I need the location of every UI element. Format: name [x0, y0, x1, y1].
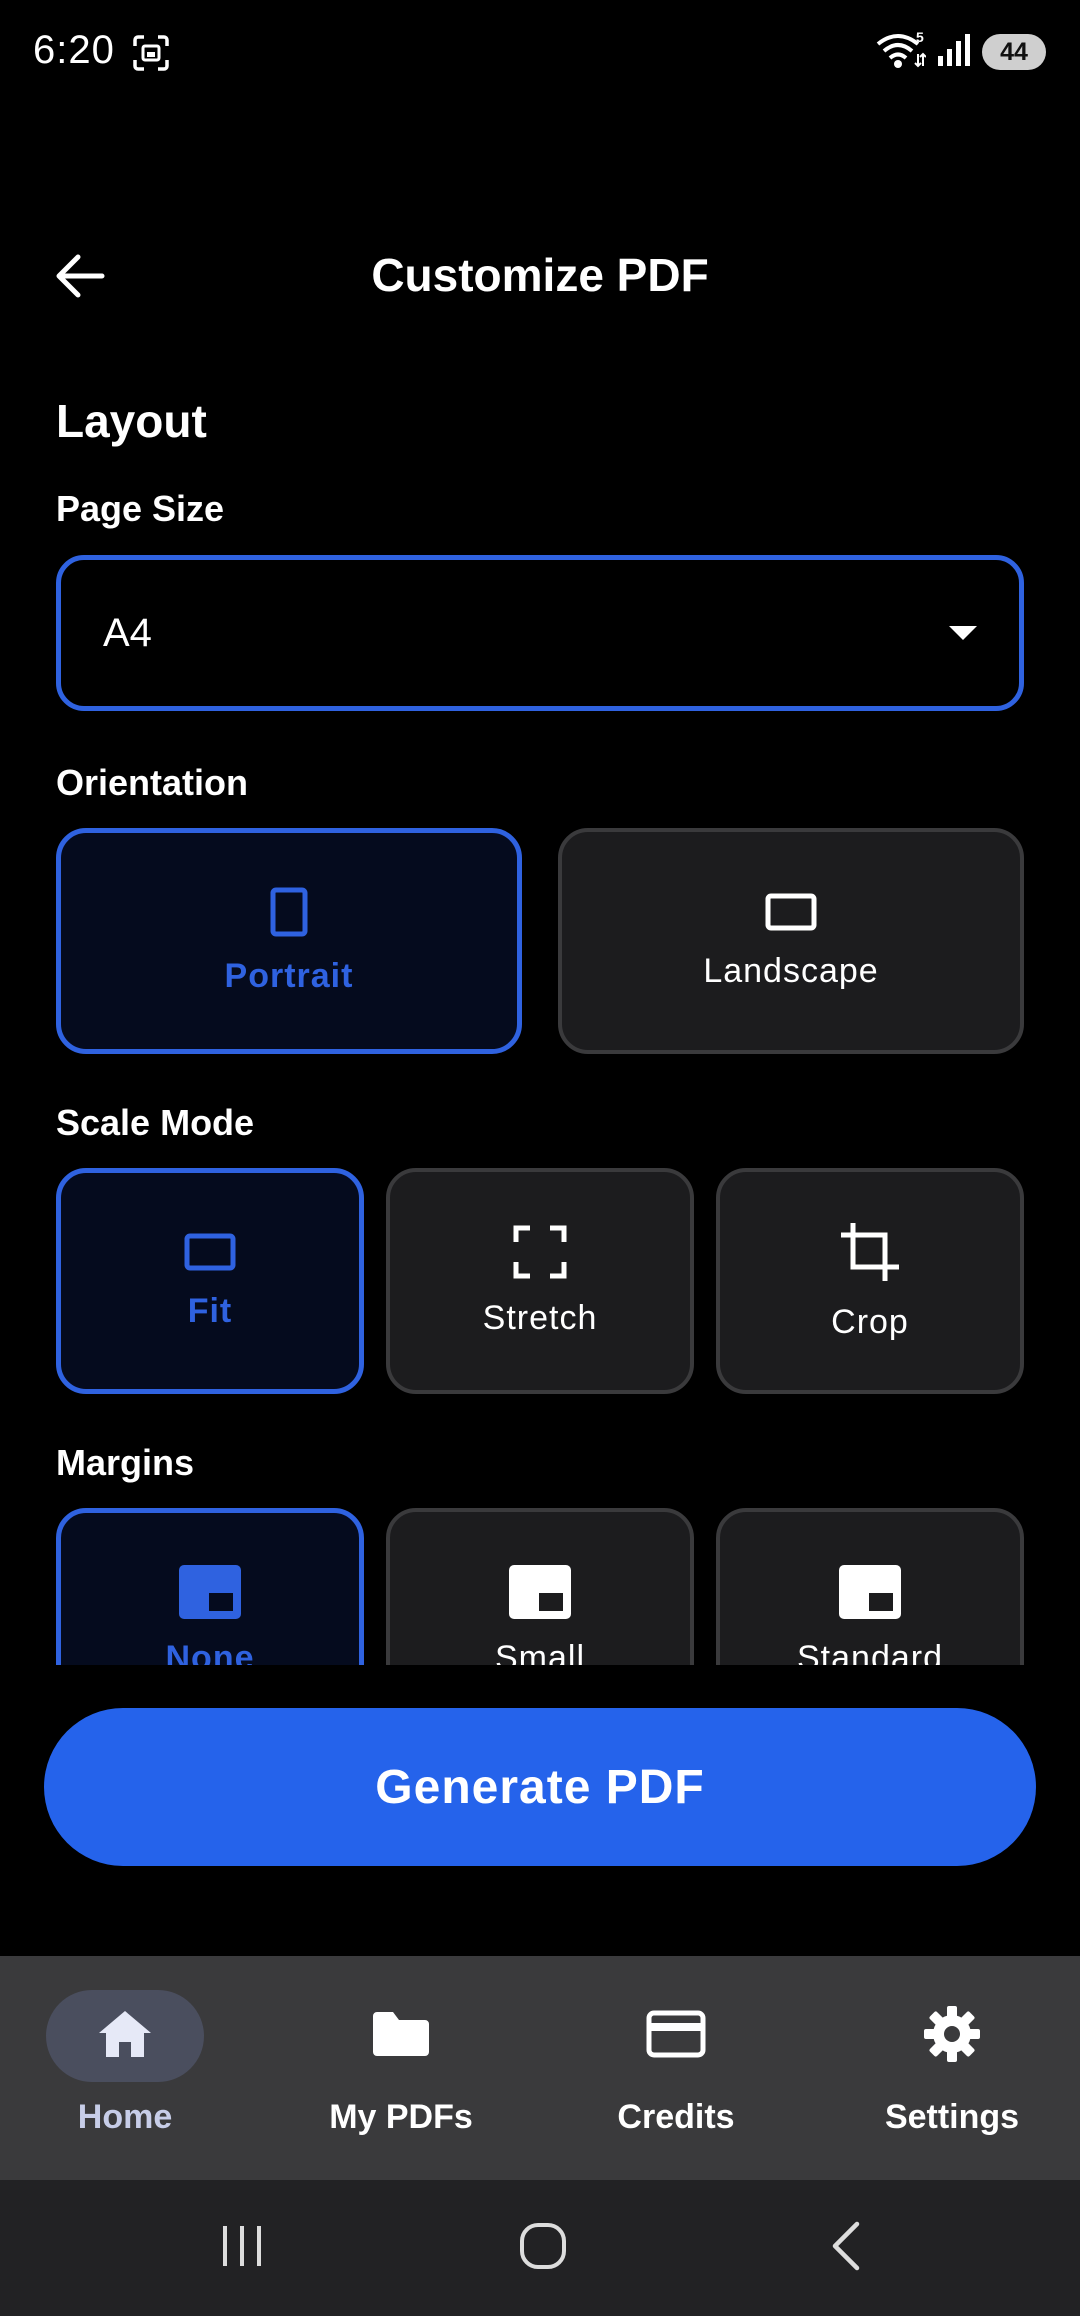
- option-label: Crop: [831, 1302, 909, 1341]
- landscape-icon: [765, 892, 817, 932]
- svg-text:5: 5: [916, 30, 924, 45]
- section-title-layout: Layout: [56, 395, 207, 447]
- nav-item-my-pdfs[interactable]: My PDFs: [322, 1956, 480, 2180]
- crop-icon: [839, 1221, 901, 1283]
- nav-item-home[interactable]: Home: [46, 1956, 204, 2180]
- back-system-button[interactable]: [786, 2180, 906, 2316]
- nav-icon-container: [597, 1990, 755, 2082]
- option-label: Fit: [187, 1291, 233, 1330]
- option-label: Landscape: [703, 951, 879, 990]
- page-size-label: Page Size: [56, 488, 225, 529]
- folder-icon: [371, 2010, 431, 2063]
- status-time: 6:20: [33, 28, 115, 72]
- chevron-left-icon: [829, 2221, 863, 2276]
- margin-none-option[interactable]: None: [56, 1508, 364, 1665]
- generate-pdf-label: Generate PDF: [375, 1760, 705, 1814]
- option-label: None: [165, 1638, 255, 1666]
- nav-icon-container: [46, 1990, 204, 2082]
- orientation-landscape-option[interactable]: Landscape: [558, 828, 1024, 1054]
- margins-label: Margins: [56, 1442, 195, 1483]
- scale-crop-option[interactable]: Crop: [716, 1168, 1024, 1394]
- home-circle-icon: [519, 2222, 567, 2275]
- wifi-icon: 5: [874, 29, 927, 75]
- generate-pdf-button[interactable]: Generate PDF: [44, 1708, 1036, 1866]
- gear-icon: [923, 2005, 981, 2068]
- caret-down-icon: [949, 626, 977, 640]
- option-label: Small: [494, 1638, 586, 1666]
- option-label: Portrait: [224, 956, 354, 995]
- nav-item-credits[interactable]: Credits: [597, 1956, 755, 2180]
- fit-icon: [184, 1232, 236, 1272]
- screen: 6:20 5 44 Customize PDF Layout Page Size…: [0, 0, 1080, 2316]
- option-label: Standard: [797, 1638, 943, 1666]
- page-size-value: A4: [103, 610, 152, 655]
- screenshot-icon: [132, 34, 170, 72]
- scale-fit-option[interactable]: Fit: [56, 1168, 364, 1394]
- home-system-button[interactable]: [483, 2180, 603, 2316]
- margin-standard-icon: [839, 1564, 901, 1619]
- status-bar: 6:20 5 44: [0, 0, 1080, 105]
- system-nav-bar: [0, 2180, 1080, 2316]
- page-size-select[interactable]: A4: [56, 555, 1024, 711]
- signal-icon: [936, 32, 972, 73]
- status-indicators: 5 44: [874, 29, 1046, 75]
- margin-small-icon: [509, 1564, 571, 1619]
- credit-card-icon: [646, 2010, 706, 2063]
- margin-standard-option[interactable]: Standard: [716, 1508, 1024, 1665]
- recent-apps-button[interactable]: [182, 2180, 302, 2316]
- home-icon: [97, 2009, 153, 2064]
- orientation-label: Orientation: [56, 762, 249, 803]
- stretch-icon: [513, 1225, 567, 1279]
- margin-none-icon: [179, 1564, 241, 1619]
- scale-mode-label: Scale Mode: [56, 1102, 255, 1143]
- page-title: Customize PDF: [371, 249, 709, 301]
- nav-label: My PDFs: [329, 2098, 473, 2136]
- battery-indicator: 44: [982, 34, 1046, 70]
- nav-label: Settings: [884, 2098, 1020, 2136]
- nav-icon-container: [873, 1990, 1031, 2082]
- portrait-icon: [269, 887, 309, 937]
- nav-label: Home: [77, 2098, 173, 2136]
- nav-icon-container: [322, 1990, 480, 2082]
- option-label: Stretch: [482, 1298, 598, 1337]
- orientation-portrait-option[interactable]: Portrait: [56, 828, 522, 1054]
- nav-item-settings[interactable]: Settings: [873, 1956, 1031, 2180]
- margin-small-option[interactable]: Small: [386, 1508, 694, 1665]
- layout-settings: Layout Page Size A4 Orientation Portrait…: [56, 380, 1024, 1665]
- nav-label: Credits: [617, 2098, 735, 2136]
- scale-stretch-option[interactable]: Stretch: [386, 1168, 694, 1394]
- recent-apps-icon: [219, 2224, 265, 2273]
- bottom-nav: Home My PDFs Credits Settings: [0, 1956, 1080, 2180]
